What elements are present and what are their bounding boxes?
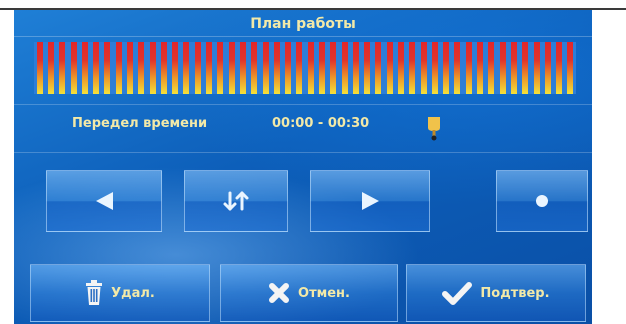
schedule-slot[interactable] (93, 42, 100, 94)
delete-button[interactable]: Удал. (30, 264, 210, 322)
schedule-timeline[interactable] (34, 42, 576, 94)
schedule-slot[interactable] (47, 42, 54, 94)
schedule-slot[interactable] (544, 42, 551, 94)
schedule-slot[interactable] (556, 42, 563, 94)
schedule-slot[interactable] (341, 42, 348, 94)
schedule-slot[interactable] (262, 42, 269, 94)
schedule-slot[interactable] (318, 42, 325, 94)
schedule-slot[interactable] (59, 42, 66, 94)
schedule-slot[interactable] (375, 42, 382, 94)
schedule-slot[interactable] (522, 42, 529, 94)
schedule-slot[interactable] (206, 42, 212, 94)
schedule-slot[interactable] (398, 42, 404, 94)
schedule-slot[interactable] (138, 42, 145, 94)
checkmark-icon (442, 282, 473, 305)
page-title: План работы (250, 16, 356, 32)
dot-icon (536, 195, 548, 207)
cancel-label: Отмен. (298, 285, 350, 301)
schedule-slot[interactable] (330, 42, 337, 94)
confirm-button[interactable]: Подтвер. (406, 264, 586, 322)
range-divider (14, 152, 592, 153)
schedule-slot[interactable] (183, 42, 190, 94)
schedule-slot[interactable] (127, 42, 133, 94)
schedule-slot[interactable] (307, 42, 314, 94)
schedule-slot[interactable] (431, 42, 438, 94)
schedule-slot[interactable] (36, 42, 43, 94)
schedule-slot[interactable] (510, 42, 517, 94)
confirm-label: Подтвер. (480, 285, 550, 301)
swap-button[interactable] (184, 170, 288, 232)
schedule-slot[interactable] (409, 42, 416, 94)
time-range-label: Передел времени (72, 116, 208, 131)
schedule-slot[interactable] (443, 42, 450, 94)
dot-button[interactable] (496, 170, 588, 232)
schedule-slot[interactable] (70, 42, 77, 94)
schedule-slot[interactable] (273, 42, 280, 94)
play-icon (362, 192, 379, 210)
schedule-slot[interactable] (149, 42, 156, 94)
schedule-slot[interactable] (285, 42, 292, 94)
schedule-slot[interactable] (364, 42, 371, 94)
cancel-button[interactable]: Отмен. (220, 264, 398, 322)
schedule-slot[interactable] (352, 42, 359, 94)
lock-icon[interactable] (424, 114, 444, 142)
next-button[interactable] (310, 170, 430, 232)
schedule-slot[interactable] (420, 42, 427, 94)
schedule-slot[interactable] (477, 42, 483, 94)
schedule-slot[interactable] (194, 42, 201, 94)
title-divider (14, 36, 592, 37)
action-bar: Удал. Отмен. Подтвер. (14, 264, 592, 324)
schedule-slot[interactable] (115, 42, 122, 94)
schedule-slot[interactable] (217, 42, 224, 94)
schedule-slot[interactable] (533, 42, 540, 94)
schedule-slot[interactable] (567, 42, 574, 94)
schedule-slot[interactable] (499, 42, 506, 94)
prev-button[interactable] (46, 170, 162, 232)
schedule-slot[interactable] (488, 42, 495, 94)
schedule-slot[interactable] (386, 42, 393, 94)
schedule-slot[interactable] (251, 42, 258, 94)
timeline-divider (14, 104, 592, 105)
swap-vertical-icon (223, 191, 249, 211)
close-icon (269, 283, 290, 303)
delete-label: Удал. (111, 285, 155, 301)
schedule-slot[interactable] (296, 42, 303, 94)
schedule-slot[interactable] (465, 42, 472, 94)
schedule-slot[interactable] (454, 42, 461, 94)
work-plan-screen: План работы Передел времени 00:00 - 00:3… (14, 10, 592, 324)
trash-icon (86, 280, 103, 305)
schedule-slot[interactable] (239, 42, 246, 94)
schedule-slot[interactable] (104, 42, 111, 94)
schedule-slot[interactable] (81, 42, 88, 94)
schedule-slot[interactable] (160, 42, 167, 94)
time-range-value: 00:00 - 00:30 (272, 116, 370, 131)
schedule-slot[interactable] (172, 42, 179, 94)
schedule-slot[interactable] (228, 42, 235, 94)
arrow-left-icon (96, 192, 113, 210)
